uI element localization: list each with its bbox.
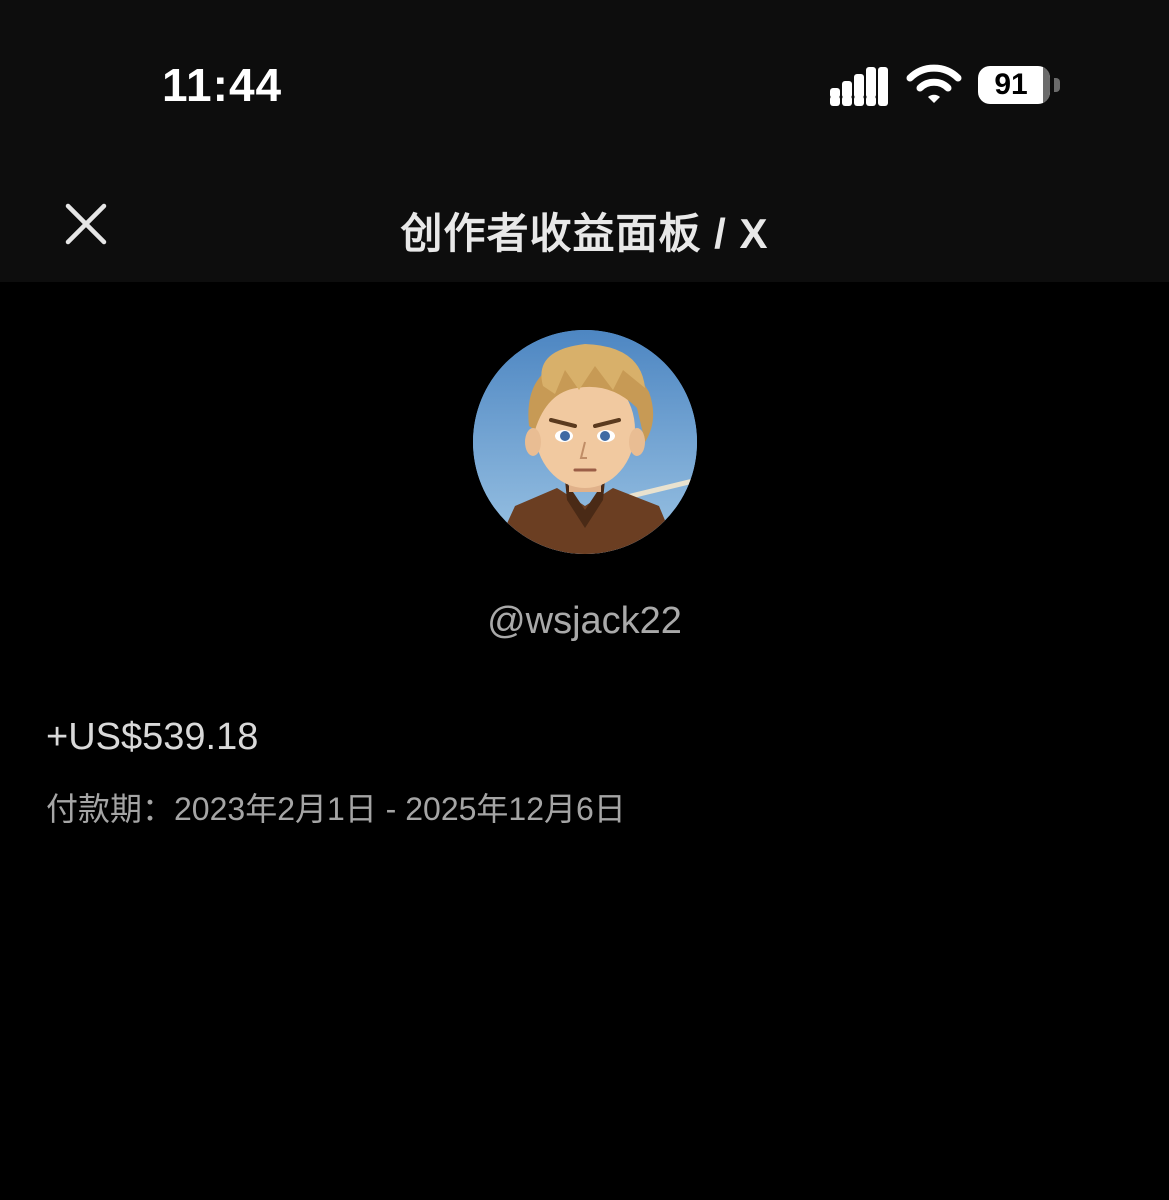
- battery-empty-segment: [1043, 66, 1050, 104]
- battery-cap: [1054, 78, 1060, 92]
- header-area: 11:44 91 创作者收益面板 / X: [0, 0, 1169, 282]
- pay-period: 付款期：2023年2月1日 - 2025年12月6日: [46, 791, 626, 827]
- username: @wsjack22: [487, 600, 682, 642]
- wifi-icon: [906, 64, 962, 106]
- avatar-image: [473, 330, 697, 554]
- nav-bar: 创作者收益面板 / X: [0, 170, 1169, 280]
- status-time: 11:44: [162, 59, 283, 111]
- earnings-amount: +US$539.18: [46, 716, 259, 758]
- avatar[interactable]: [473, 330, 697, 554]
- battery-body: 91: [978, 66, 1050, 104]
- signal-icon: [830, 66, 890, 106]
- battery-level: 91: [994, 68, 1028, 101]
- status-bar: 11:44 91: [0, 0, 1169, 150]
- battery-icon: 91: [978, 66, 1064, 106]
- page-title: 创作者收益面板 / X: [400, 210, 769, 257]
